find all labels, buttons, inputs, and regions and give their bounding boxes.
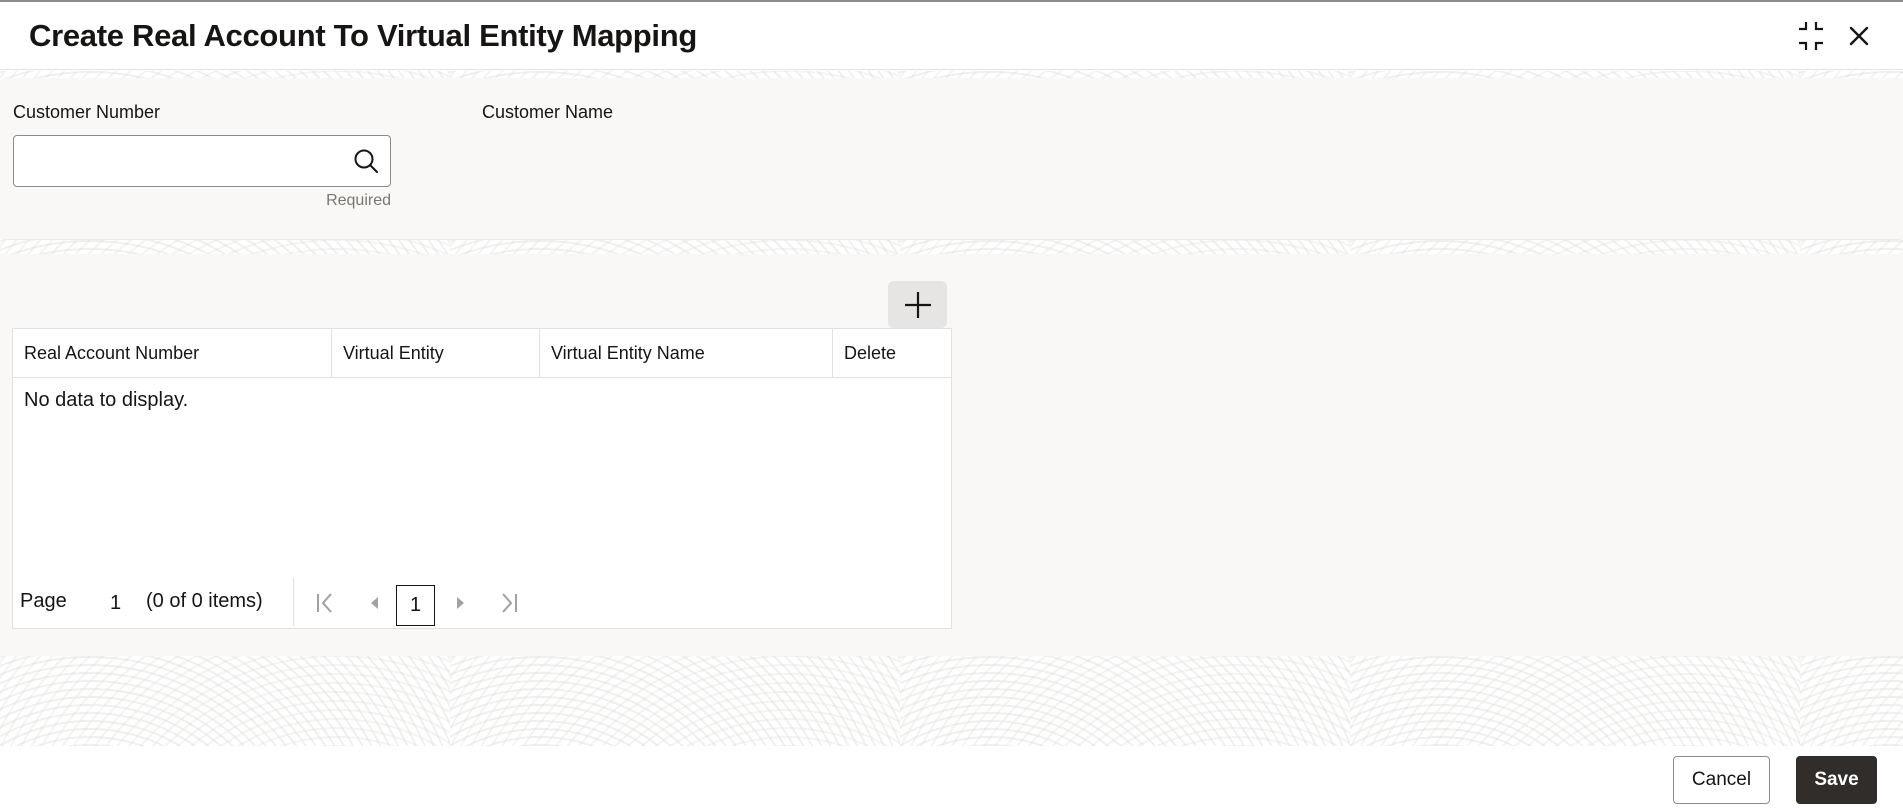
close-icon[interactable] — [1841, 18, 1877, 54]
customer-number-field[interactable] — [13, 135, 391, 187]
page-title: Create Real Account To Virtual Entity Ma… — [29, 18, 698, 53]
mapping-grid-section: Real Account Number Virtual Entity Virtu… — [0, 254, 1903, 656]
mapping-table: Real Account Number Virtual Entity Virtu… — [12, 328, 952, 629]
search-icon[interactable] — [352, 147, 380, 175]
table-header: Real Account Number Virtual Entity Virtu… — [13, 329, 951, 378]
save-button[interactable]: Save — [1796, 756, 1877, 804]
pagination: Page 1 (0 of 0 items) 1 — [13, 578, 951, 628]
last-page-icon[interactable] — [495, 588, 523, 618]
add-row-button[interactable] — [888, 281, 947, 328]
plus-icon — [904, 291, 931, 318]
background-pattern — [0, 656, 1903, 746]
first-page-icon[interactable] — [311, 588, 339, 618]
customer-number-input[interactable] — [14, 136, 344, 186]
items-summary: (0 of 0 items) — [146, 590, 263, 612]
next-page-icon[interactable] — [446, 588, 474, 618]
dialog-footer: Cancel Save — [0, 746, 1903, 809]
previous-page-icon[interactable] — [361, 588, 389, 618]
customer-name-label: Customer Name — [482, 102, 614, 122]
background-pattern — [0, 240, 1903, 254]
dialog-header: Create Real Account To Virtual Entity Ma… — [0, 2, 1903, 70]
minimize-icon[interactable] — [1793, 18, 1829, 54]
page-input[interactable]: 1 — [110, 592, 121, 615]
empty-message: No data to display. — [24, 389, 189, 411]
column-header-real-account-number[interactable]: Real Account Number — [13, 329, 332, 377]
current-page-button[interactable]: 1 — [396, 585, 435, 626]
column-header-delete[interactable]: Delete — [833, 329, 951, 377]
page-label: Page — [20, 590, 67, 612]
cancel-button[interactable]: Cancel — [1673, 756, 1770, 804]
pagination-divider — [293, 578, 294, 626]
required-hint: Required — [326, 192, 391, 209]
column-header-virtual-entity-name[interactable]: Virtual Entity Name — [540, 329, 833, 377]
customer-number-label: Customer Number — [13, 102, 161, 122]
column-header-virtual-entity[interactable]: Virtual Entity — [332, 329, 540, 377]
customer-section: Customer Number Required Customer Name — [0, 78, 1903, 240]
